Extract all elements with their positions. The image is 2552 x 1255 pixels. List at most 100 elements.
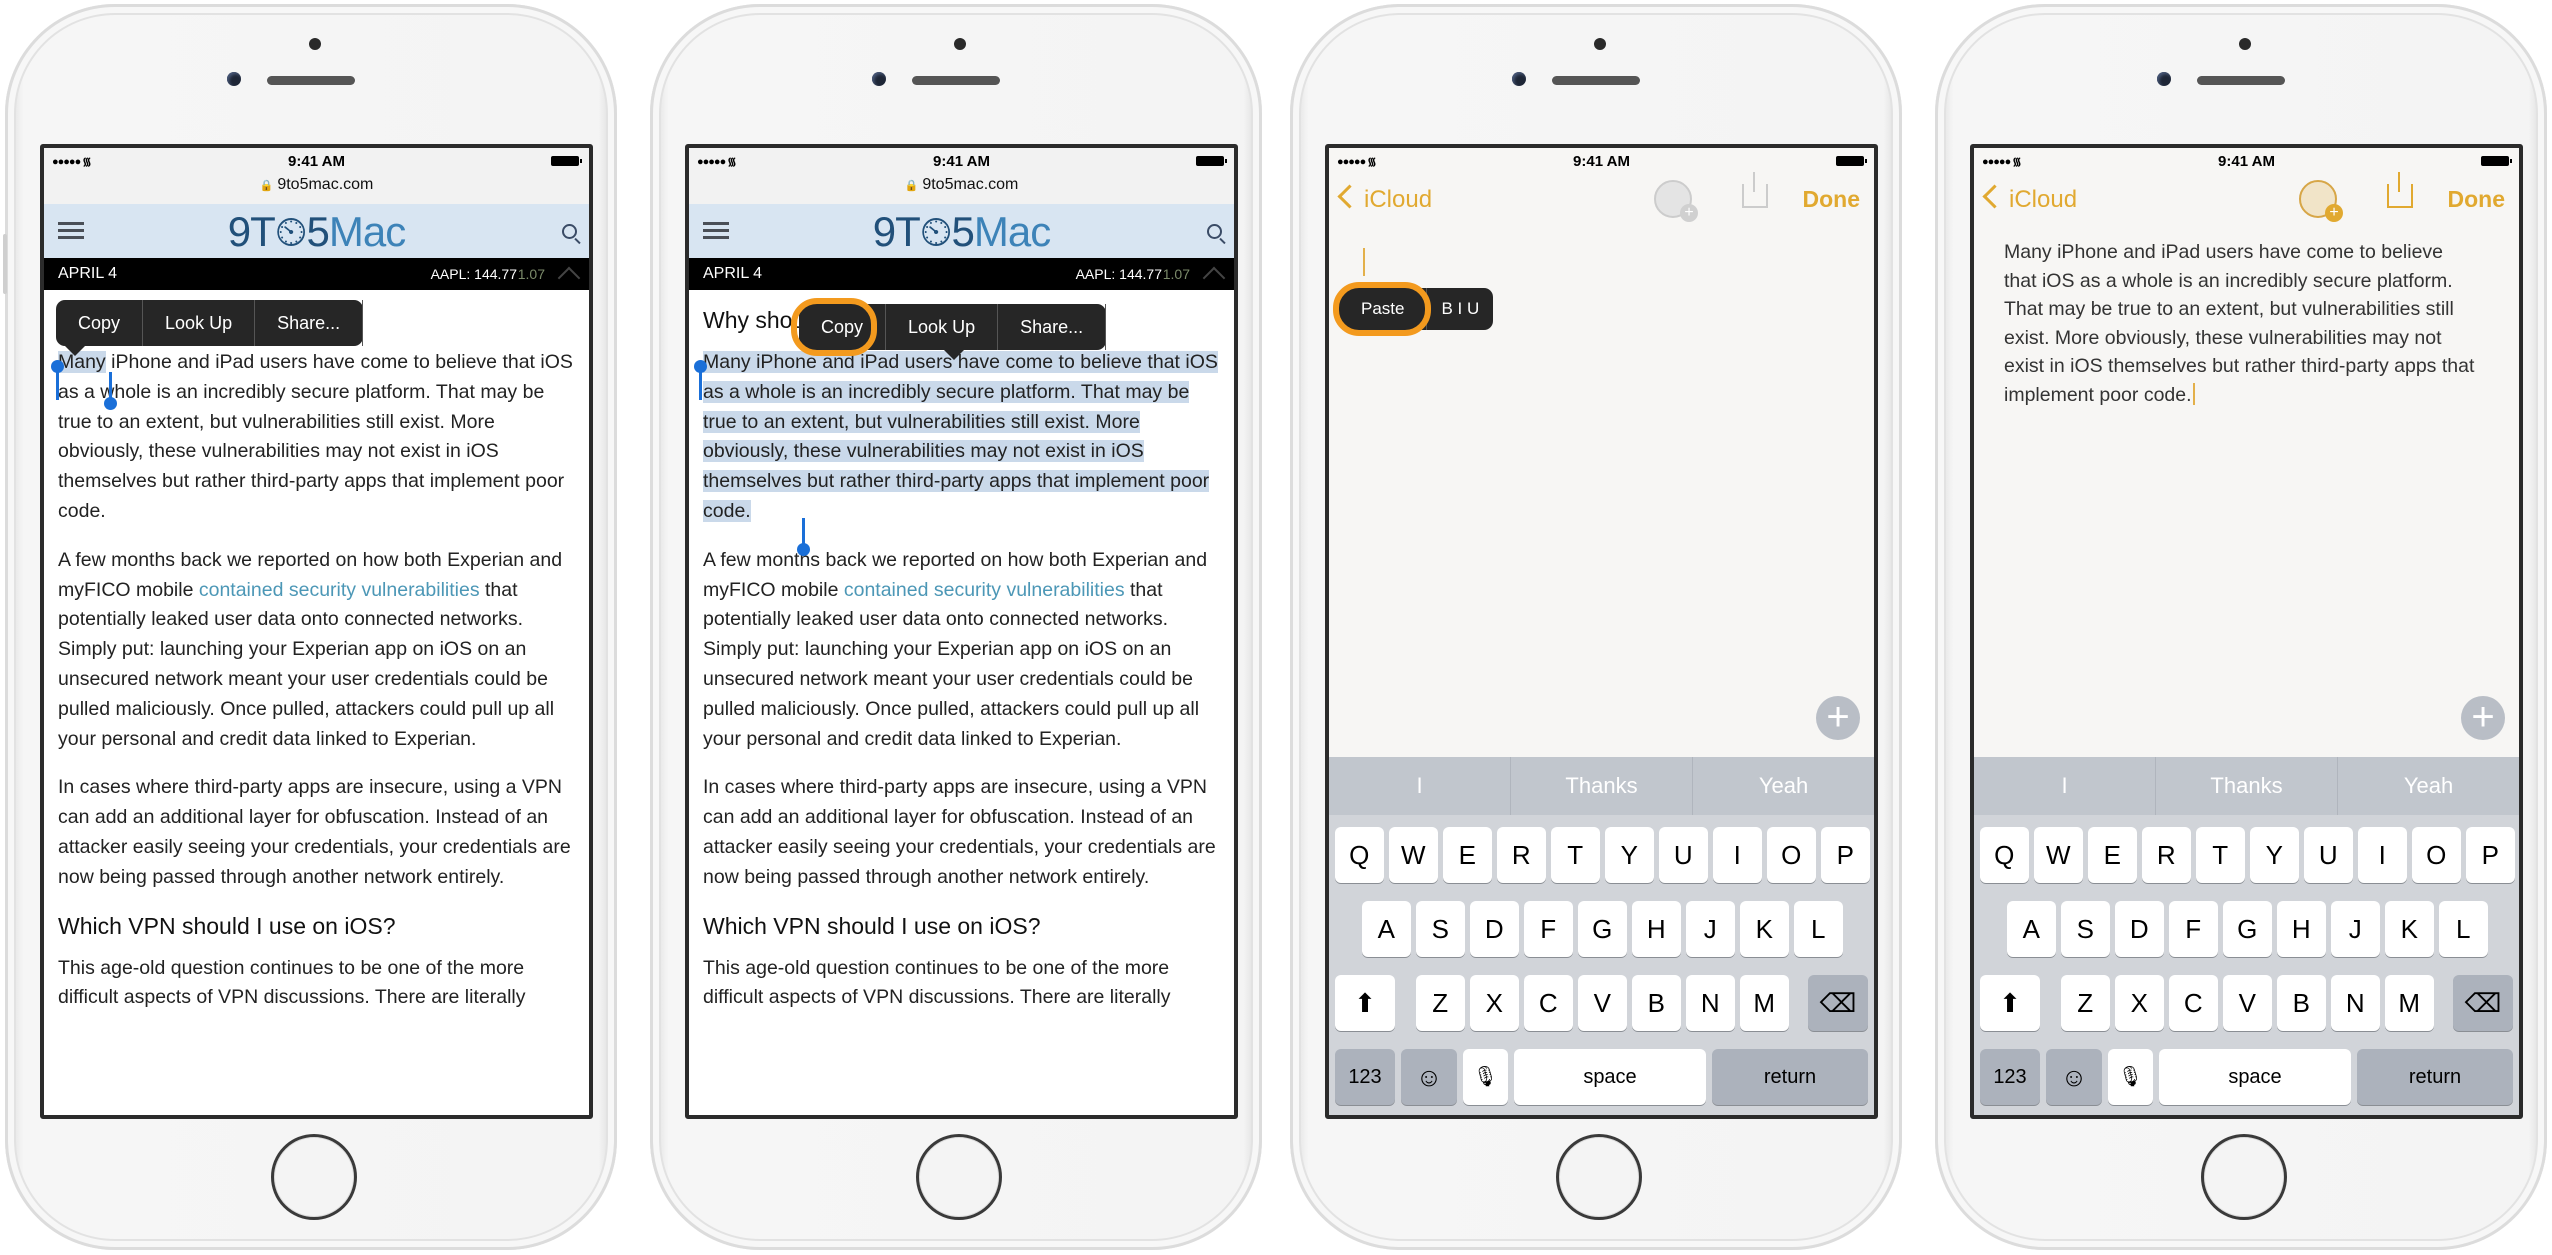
key-p[interactable]: P — [2466, 827, 2515, 883]
return-key[interactable]: return — [1712, 1049, 1868, 1105]
key-a[interactable]: A — [1362, 901, 1411, 957]
key-c[interactable]: C — [2169, 975, 2218, 1031]
home-button[interactable] — [271, 1134, 357, 1220]
key-r[interactable]: R — [1497, 827, 1546, 883]
key-z[interactable]: Z — [2061, 975, 2110, 1031]
return-key[interactable]: return — [2357, 1049, 2513, 1105]
key-u[interactable]: U — [2304, 827, 2353, 883]
url-field[interactable]: 🔒 9to5mac.com — [44, 176, 589, 194]
selection-end-handle[interactable] — [797, 518, 810, 556]
key-g[interactable]: G — [2223, 901, 2272, 957]
back-button[interactable]: iCloud — [1982, 184, 2077, 214]
prediction-suggestion[interactable]: Yeah — [1693, 757, 1874, 815]
key-b[interactable]: B — [1632, 975, 1681, 1031]
key-m[interactable]: M — [1740, 975, 1789, 1031]
done-button[interactable]: Done — [2448, 186, 2506, 213]
key-y[interactable]: Y — [2250, 827, 2299, 883]
key-o[interactable]: O — [1767, 827, 1816, 883]
key-t[interactable]: T — [2196, 827, 2245, 883]
key-d[interactable]: D — [1470, 901, 1519, 957]
home-button[interactable] — [916, 1134, 1002, 1220]
emoji-key[interactable]: ☺ — [1401, 1049, 1457, 1105]
key-o[interactable]: O — [2412, 827, 2461, 883]
key-w[interactable]: W — [1389, 827, 1438, 883]
site-logo[interactable]: 9T⏲5Mac — [44, 208, 589, 257]
dictation-mic-key[interactable]: 🎙 — [2108, 1049, 2153, 1105]
key-r[interactable]: R — [2142, 827, 2191, 883]
key-x[interactable]: X — [2115, 975, 2164, 1031]
key-i[interactable]: I — [1713, 827, 1762, 883]
numbers-key[interactable]: 123 — [1980, 1049, 2040, 1105]
key-z[interactable]: Z — [1416, 975, 1465, 1031]
article-link[interactable]: contained security vulnerabilities — [844, 579, 1125, 601]
home-button[interactable] — [2201, 1134, 2287, 1220]
home-button[interactable] — [1556, 1134, 1642, 1220]
prediction-suggestion[interactable]: Thanks — [2156, 757, 2338, 815]
look-up-button[interactable]: Look Up — [886, 304, 999, 350]
selected-paragraph[interactable]: Many iPhone and iPad users have come to … — [703, 351, 1218, 522]
add-checklist-button[interactable]: + — [2461, 696, 2505, 740]
key-j[interactable]: J — [2331, 901, 2380, 957]
key-x[interactable]: X — [1470, 975, 1519, 1031]
selection-start-handle[interactable] — [51, 360, 64, 400]
paragraph-1[interactable]: Many iPhone and iPad users have come to … — [58, 348, 577, 527]
back-button[interactable]: iCloud — [1337, 184, 1432, 214]
prediction-suggestion[interactable]: I — [1974, 757, 2156, 815]
key-k[interactable]: K — [2385, 901, 2434, 957]
space-key[interactable]: space — [1514, 1049, 1706, 1105]
share-button[interactable]: Share... — [255, 300, 364, 346]
shift-key[interactable]: ⬆ — [1335, 975, 1395, 1031]
url-field[interactable]: 🔒 9to5mac.com — [689, 176, 1234, 194]
key-f[interactable]: F — [2169, 901, 2218, 957]
format-button[interactable]: B I U — [1427, 288, 1493, 330]
key-h[interactable]: H — [1632, 901, 1681, 957]
key-j[interactable]: J — [1686, 901, 1735, 957]
key-q[interactable]: Q — [1335, 827, 1384, 883]
key-s[interactable]: S — [2061, 901, 2110, 957]
prediction-suggestion[interactable]: I — [1329, 757, 1511, 815]
numbers-key[interactable]: 123 — [1335, 1049, 1395, 1105]
paragraph-1[interactable]: Many iPhone and iPad users have come to … — [703, 348, 1222, 527]
chevron-up-icon[interactable] — [1202, 266, 1226, 290]
prediction-suggestion[interactable]: Thanks — [1511, 757, 1693, 815]
add-people-icon[interactable]: + — [2299, 180, 2343, 222]
key-q[interactable]: Q — [1980, 827, 2029, 883]
key-h[interactable]: H — [2277, 901, 2326, 957]
share-button[interactable]: Share... — [998, 304, 1107, 350]
note-body[interactable]: Many iPhone and iPad users have come to … — [2004, 238, 2479, 410]
share-icon[interactable] — [2387, 172, 2413, 208]
search-icon[interactable] — [1207, 224, 1222, 239]
key-d[interactable]: D — [2115, 901, 2164, 957]
key-l[interactable]: L — [2439, 901, 2488, 957]
key-t[interactable]: T — [1551, 827, 1600, 883]
key-n[interactable]: N — [2331, 975, 2380, 1031]
key-a[interactable]: A — [2007, 901, 2056, 957]
done-button[interactable]: Done — [1803, 186, 1861, 213]
space-key[interactable]: space — [2159, 1049, 2351, 1105]
dictation-mic-key[interactable]: 🎙 — [1463, 1049, 1508, 1105]
key-n[interactable]: N — [1686, 975, 1735, 1031]
key-p[interactable]: P — [1821, 827, 1870, 883]
shift-key[interactable]: ⬆ — [1980, 975, 2040, 1031]
prediction-suggestion[interactable]: Yeah — [2338, 757, 2519, 815]
key-g[interactable]: G — [1578, 901, 1627, 957]
key-y[interactable]: Y — [1605, 827, 1654, 883]
key-w[interactable]: W — [2034, 827, 2083, 883]
look-up-button[interactable]: Look Up — [143, 300, 256, 346]
key-c[interactable]: C — [1524, 975, 1573, 1031]
key-u[interactable]: U — [1659, 827, 1708, 883]
key-v[interactable]: V — [2223, 975, 2272, 1031]
key-k[interactable]: K — [1740, 901, 1789, 957]
key-e[interactable]: E — [2088, 827, 2137, 883]
share-icon[interactable] — [1742, 172, 1768, 208]
emoji-key[interactable]: ☺ — [2046, 1049, 2102, 1105]
selection-end-handle[interactable] — [104, 372, 117, 410]
chevron-up-icon[interactable] — [557, 266, 581, 290]
delete-key[interactable]: ⌫ — [2453, 975, 2513, 1031]
search-icon[interactable] — [562, 224, 577, 239]
key-l[interactable]: L — [1794, 901, 1843, 957]
key-e[interactable]: E — [1443, 827, 1492, 883]
article-link[interactable]: contained security vulnerabilities — [199, 579, 480, 601]
key-i[interactable]: I — [2358, 827, 2407, 883]
add-people-icon[interactable]: + — [1654, 180, 1698, 222]
